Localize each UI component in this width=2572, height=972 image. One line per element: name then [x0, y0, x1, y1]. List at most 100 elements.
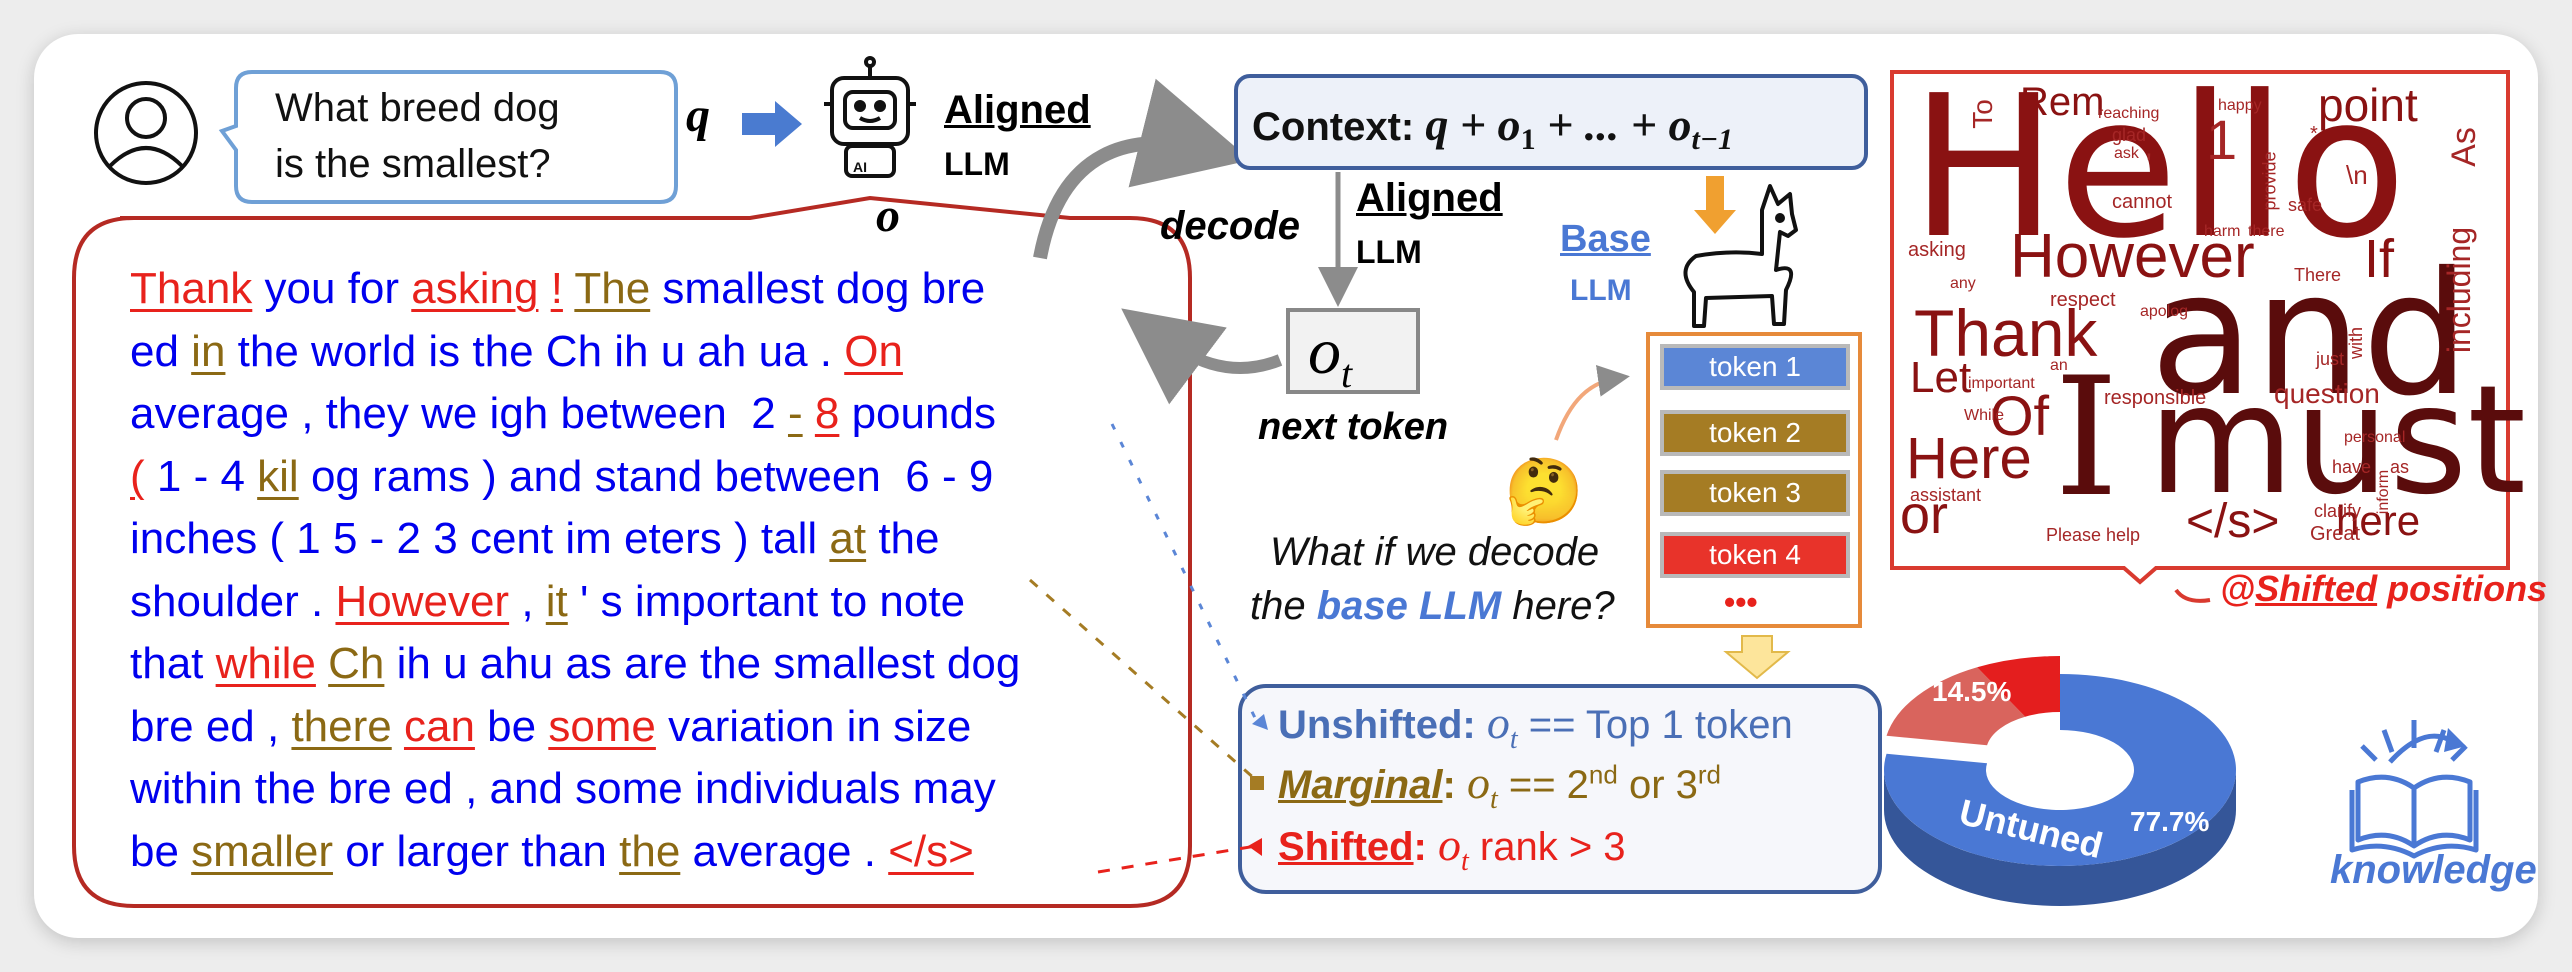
- next-token-label: next token: [1258, 406, 1449, 448]
- legend-marginal-rest-2: or 3: [1617, 763, 1698, 807]
- wc-word: </s>: [2186, 495, 2280, 548]
- legend-unshifted: Unshifted: ot == Top 1 token: [1278, 696, 1793, 756]
- unshifted-text: ' s important to note: [567, 576, 966, 626]
- shifted-token: Thank: [130, 264, 253, 313]
- context-sub-1: 1: [1520, 123, 1536, 156]
- wc-word: cannot: [2112, 191, 2173, 213]
- context-label: Context:: [1252, 105, 1415, 149]
- wc-word: question: [2274, 378, 2380, 409]
- wc-word: ask: [2114, 145, 2139, 162]
- unshifted-text: be: [474, 701, 549, 751]
- what-if-line-1: What if we decode: [1270, 530, 1600, 574]
- unshifted-text: ih u ahu as are the smallest dog: [384, 639, 1021, 688]
- output-symbol: o: [876, 189, 900, 242]
- legend-marginal-ot: ot: [1466, 757, 1498, 816]
- wc-word: with: [2346, 326, 2367, 360]
- donut-label-145: 14.5%: [1932, 676, 2012, 707]
- wc-word: have: [2332, 457, 2372, 477]
- unshifted-text: [538, 264, 550, 313]
- marginal-token: the: [619, 826, 681, 876]
- marginal-token: smaller: [191, 826, 333, 876]
- unshifted-text: [803, 389, 815, 438]
- marginal-token: there: [291, 701, 392, 751]
- shifted-caption-arrow: [2174, 588, 2211, 603]
- wc-word: respect: [2050, 289, 2116, 311]
- wc-word: Great: [2310, 523, 2361, 545]
- marginal-token: -: [787, 389, 803, 438]
- shifted-caption-rest: positions: [2377, 568, 2548, 609]
- unshifted-text: [392, 702, 404, 751]
- unshifted-text: pounds: [839, 389, 996, 438]
- wc-word: just: [2316, 349, 2345, 369]
- ot-o: o: [1308, 315, 1341, 388]
- wc-word: asking: [1908, 239, 1966, 261]
- donut-label-777: 77.7%: [2130, 806, 2210, 837]
- shifted-token: </s>: [888, 826, 974, 876]
- decode-label: decode: [1160, 204, 1301, 248]
- context-sub-2: t−1: [1691, 123, 1734, 156]
- unshifted-text: average .: [680, 826, 889, 876]
- donut-label-78: 7.8%: [2018, 632, 2078, 662]
- wc-word: If: [2364, 229, 2395, 289]
- base-llm-label: Base: [1560, 218, 1651, 260]
- wc-word: point: [2318, 79, 2418, 131]
- unshifted-text: average , they we igh between 2: [130, 389, 788, 438]
- what-if-the: the: [1250, 584, 1317, 628]
- legend-shifted-label: Shifted: [1278, 825, 1414, 869]
- decode-llm-label: LLM: [1356, 234, 1422, 270]
- shifted-token: However: [335, 576, 510, 626]
- response-line: Thank you for asking ! The smallest dog …: [130, 258, 1160, 321]
- shifted-caption: @Shifted positions: [2220, 568, 2547, 610]
- response-line: be smaller or larger than the average . …: [130, 821, 1160, 884]
- unshifted-text: within the bre ed , and some individuals…: [130, 764, 996, 813]
- token-4: token 4: [1660, 532, 1850, 578]
- wc-word: clarify: [2314, 501, 2362, 521]
- shifted-token: 8: [814, 389, 840, 438]
- wc-word: ': [2146, 148, 2152, 181]
- shifted-token: On: [844, 326, 903, 376]
- context-expr: q + o: [1425, 99, 1521, 150]
- unshifted-text: smallest dog bre: [650, 264, 986, 313]
- marginal-token: kil: [257, 451, 299, 501]
- response-line: that while Ch ih u ahu as are the smalle…: [130, 633, 1160, 696]
- wc-word: Please help: [2046, 525, 2141, 545]
- legend-shifted: Shifted: ot rank > 3: [1278, 818, 1626, 878]
- token-1: token 1: [1660, 344, 1850, 390]
- response-line: shoulder . However , it ' s important to…: [130, 571, 1160, 634]
- unshifted-text: shoulder .: [130, 576, 336, 626]
- legend-shifted-rest: rank > 3: [1468, 825, 1626, 869]
- unshifted-text: you for: [252, 264, 412, 313]
- thought-arrow: [1554, 365, 1630, 441]
- question-line-1: What breed dog: [275, 86, 560, 130]
- user-avatar-icon: [94, 81, 198, 185]
- shifted-token: (: [130, 451, 145, 501]
- context-text: Context: q + o1 + ... + ot−1: [1252, 98, 1733, 157]
- unshifted-text: be: [130, 826, 192, 876]
- wc-word: responsible: [2104, 387, 2207, 409]
- wc-word: apolog: [2140, 303, 2189, 320]
- wc-word: Rem: [2020, 80, 2105, 124]
- unshifted-text: inches ( 1 5 - 2 3 cent im eters ) tall: [130, 514, 830, 563]
- legend-colon-2: :: [1413, 825, 1427, 869]
- decode-aligned-label: Aligned: [1356, 176, 1503, 220]
- legend-shifted-ot: ot: [1438, 819, 1469, 878]
- wc-word: including: [2441, 226, 2478, 354]
- legend-marginal: Marginal: ot == 2nd or 3rd: [1278, 756, 1721, 816]
- wc-word: as: [2390, 457, 2410, 477]
- wc-word: Let: [1910, 353, 1972, 402]
- legend-marginal-sup-1: nd: [1588, 759, 1618, 790]
- legend-marginal-label: Marginal: [1278, 763, 1443, 807]
- base-llm-sub: LLM: [1570, 274, 1632, 307]
- token-2: token 2: [1660, 410, 1850, 456]
- response-line: within the bre ed , and some individuals…: [130, 758, 1160, 821]
- marginal-token: in: [191, 326, 226, 376]
- ot-symbol: ot: [1308, 314, 1352, 397]
- query-symbol: q: [686, 89, 710, 142]
- legend-unshifted-label: Unshifted:: [1278, 703, 1476, 747]
- wc-word: To: [1966, 99, 1998, 129]
- marginal-token: Ch: [328, 639, 385, 688]
- legend-marginal-rest-1: == 2: [1497, 763, 1589, 807]
- unshifted-text: og rams ) and stand between 6 - 9: [298, 451, 994, 501]
- question-line-2: is the smallest?: [275, 142, 551, 186]
- response-text: Thank you for asking ! The smallest dog …: [130, 258, 1160, 883]
